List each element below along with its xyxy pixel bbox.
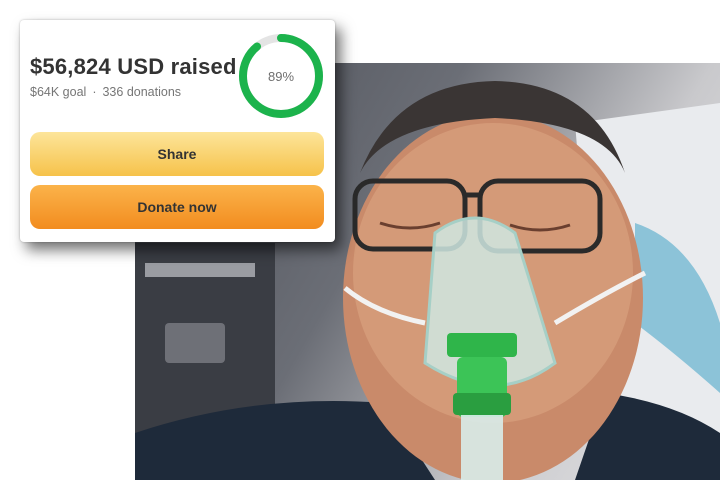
- donate-now-button[interactable]: Donate now: [30, 185, 324, 229]
- share-button[interactable]: Share: [30, 132, 324, 176]
- donation-count: 336 donations: [102, 85, 182, 99]
- meta-separator: ·: [92, 85, 97, 99]
- amount-raised: $56,824 USD raised: [30, 54, 237, 79]
- campaign-meta: $64K goal · 336 donations: [30, 85, 181, 99]
- donation-card: $56,824 USD raised $64K goal · 336 donatio…: [20, 20, 335, 242]
- progress-percent: 89%: [267, 68, 295, 84]
- goal-text: $64K goal: [30, 85, 87, 99]
